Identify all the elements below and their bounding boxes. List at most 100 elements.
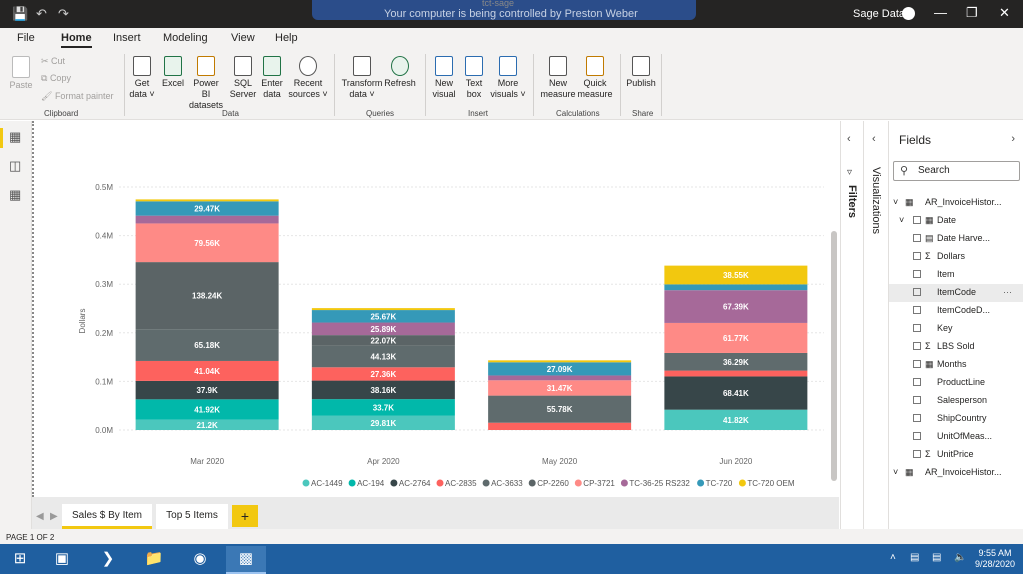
redo-icon[interactable]: ↷ bbox=[58, 6, 69, 22]
field-row[interactable]: ItemCode ⋯ bbox=[889, 284, 1023, 302]
powershell-icon[interactable]: ❯ bbox=[88, 546, 128, 574]
field-row[interactable]: Key bbox=[889, 320, 1023, 338]
report-canvas[interactable]: 0.0M 0.1M 0.2M 0.3M 0.4M 0.5M Dollars 21.2K 41.9… bbox=[32, 121, 839, 497]
field-row[interactable]: Item bbox=[889, 266, 1023, 284]
field-checkbox[interactable] bbox=[913, 450, 921, 458]
chevron-down-icon[interactable]: ˅ bbox=[893, 467, 898, 477]
field-row[interactable]: ▦ Months bbox=[889, 356, 1023, 374]
tab-sales-by-item[interactable]: Sales $ By Item bbox=[62, 504, 152, 529]
field-row[interactable]: Σ LBS Sold bbox=[889, 338, 1023, 356]
more-options-icon[interactable]: ⋯ bbox=[1003, 287, 1012, 298]
tray-chevron-icon[interactable]: ˄ bbox=[890, 552, 896, 563]
field-checkbox[interactable] bbox=[913, 252, 921, 260]
visualizations-pane[interactable]: ‹ Visualizations bbox=[863, 121, 888, 529]
field-row[interactable]: ItemCodeD... bbox=[889, 302, 1023, 320]
start-button-icon[interactable]: ⊞ bbox=[0, 546, 40, 574]
field-checkbox[interactable] bbox=[913, 396, 921, 404]
enter-data-button[interactable]: Enter data bbox=[259, 56, 285, 100]
field-row[interactable]: ▤ Date Harve... bbox=[889, 230, 1023, 248]
field-checkbox[interactable] bbox=[913, 306, 921, 314]
quick-measure-button[interactable]: Quick measure bbox=[575, 56, 615, 100]
field-row[interactable]: Σ UnitPrice bbox=[889, 446, 1023, 464]
paste-button[interactable]: Paste bbox=[8, 56, 34, 91]
chevron-down-icon[interactable]: ˅ bbox=[899, 215, 904, 225]
bar-segment[interactable] bbox=[664, 370, 808, 377]
add-page-button[interactable]: + bbox=[232, 505, 258, 527]
menu-home[interactable]: Home bbox=[61, 32, 92, 48]
network-icon[interactable]: ▤ bbox=[910, 552, 919, 563]
field-table-row[interactable]: ˅ ▦ AR_InvoiceHistor... bbox=[889, 194, 1023, 212]
more-visuals-button[interactable]: More visuals ˅ bbox=[489, 56, 527, 100]
bar-segment[interactable] bbox=[311, 308, 455, 311]
collapse-viz-icon[interactable]: ‹ bbox=[872, 133, 876, 145]
excel-button[interactable]: Excel bbox=[161, 56, 185, 89]
field-row[interactable]: ShipCountry bbox=[889, 410, 1023, 428]
field-table-row[interactable]: ˅ ▦ AR_InvoiceHistor... bbox=[889, 464, 1023, 482]
bar-segment[interactable] bbox=[135, 215, 279, 224]
powerbi-icon[interactable]: ▩ bbox=[226, 546, 266, 574]
powerbi-datasets-button[interactable]: Power BI datasets bbox=[188, 56, 224, 111]
avatar[interactable] bbox=[902, 7, 915, 20]
close-icon[interactable]: ✕ bbox=[999, 5, 1010, 21]
menu-view[interactable]: View bbox=[231, 32, 255, 44]
bar-segment[interactable] bbox=[488, 375, 632, 381]
prev-page-icon[interactable]: ◀ bbox=[36, 511, 44, 522]
field-checkbox[interactable] bbox=[913, 324, 921, 332]
fields-search-input[interactable]: ⚲ Search bbox=[893, 161, 1020, 181]
bar-segment[interactable] bbox=[664, 284, 808, 291]
filters-label[interactable]: Filters bbox=[846, 185, 858, 218]
system-clock[interactable]: 9:55 AM 9/28/2020 bbox=[975, 548, 1015, 570]
network-status-icon[interactable]: ▤ bbox=[932, 552, 941, 563]
user-name[interactable]: Sage Data bbox=[853, 8, 905, 20]
field-checkbox[interactable] bbox=[913, 234, 921, 242]
next-page-icon[interactable]: ▶ bbox=[50, 511, 58, 522]
sql-server-button[interactable]: SQL Server bbox=[229, 56, 257, 100]
stacked-column-chart[interactable]: 0.0M 0.1M 0.2M 0.3M 0.4M 0.5M Dollars 21.2K 41.9… bbox=[34, 121, 834, 497]
collapse-filters-icon[interactable]: ‹ bbox=[847, 133, 851, 145]
collapse-fields-icon[interactable]: › bbox=[1011, 133, 1015, 145]
chrome-icon[interactable]: ◉ bbox=[180, 546, 220, 574]
save-icon[interactable]: 💾 bbox=[12, 6, 28, 22]
bar-segment[interactable] bbox=[488, 360, 632, 363]
filters-pane[interactable]: ‹ ▿ Filters bbox=[840, 121, 863, 529]
menu-insert[interactable]: Insert bbox=[113, 32, 141, 44]
new-visual-button[interactable]: New visual bbox=[430, 56, 458, 100]
new-measure-button[interactable]: New measure bbox=[538, 56, 578, 100]
field-row[interactable]: Σ Dollars bbox=[889, 248, 1023, 266]
transform-data-button[interactable]: Transform data ˅ bbox=[340, 56, 384, 100]
canvas-scrollbar[interactable] bbox=[831, 231, 837, 481]
text-box-button[interactable]: Text box bbox=[461, 56, 487, 100]
menu-file[interactable]: File bbox=[17, 32, 35, 44]
copy-button[interactable]: ⧉ Copy bbox=[41, 73, 71, 84]
get-data-button[interactable]: Get data ˅ bbox=[128, 56, 156, 100]
field-checkbox[interactable] bbox=[913, 378, 921, 386]
field-checkbox[interactable] bbox=[913, 414, 921, 422]
field-checkbox[interactable] bbox=[913, 342, 921, 350]
field-checkbox[interactable] bbox=[913, 432, 921, 440]
chevron-down-icon[interactable]: ˅ bbox=[893, 197, 898, 207]
field-checkbox[interactable] bbox=[913, 216, 921, 224]
field-row[interactable]: UnitOfMeas... bbox=[889, 428, 1023, 446]
bar-segment[interactable] bbox=[135, 199, 279, 202]
field-checkbox[interactable] bbox=[913, 288, 921, 296]
data-view-icon[interactable]: ◫ bbox=[9, 158, 21, 174]
field-checkbox[interactable] bbox=[913, 360, 921, 368]
volume-icon[interactable]: 🔈 bbox=[954, 552, 966, 563]
publish-button[interactable]: Publish bbox=[624, 56, 658, 89]
menu-modeling[interactable]: Modeling bbox=[163, 32, 208, 44]
refresh-button[interactable]: Refresh bbox=[384, 56, 416, 89]
cut-button[interactable]: ✂ Cut bbox=[41, 56, 65, 67]
field-row[interactable]: ˅ ▦ Date bbox=[889, 212, 1023, 230]
undo-icon[interactable]: ↶ bbox=[36, 6, 47, 22]
minimize-icon[interactable]: — bbox=[934, 5, 947, 20]
field-row[interactable]: Salesperson bbox=[889, 392, 1023, 410]
format-painter-button[interactable]: 🖌 Format painter bbox=[41, 91, 113, 102]
restore-icon[interactable]: ❐ bbox=[966, 5, 978, 21]
menu-help[interactable]: Help bbox=[275, 32, 298, 44]
report-view-icon[interactable]: ▦ bbox=[9, 129, 21, 145]
bar-segment[interactable] bbox=[488, 422, 632, 430]
field-row[interactable]: ProductLine bbox=[889, 374, 1023, 392]
visualizations-label[interactable]: Visualizations bbox=[870, 167, 882, 234]
field-checkbox[interactable] bbox=[913, 270, 921, 278]
server-manager-icon[interactable]: ▣ bbox=[42, 546, 82, 574]
